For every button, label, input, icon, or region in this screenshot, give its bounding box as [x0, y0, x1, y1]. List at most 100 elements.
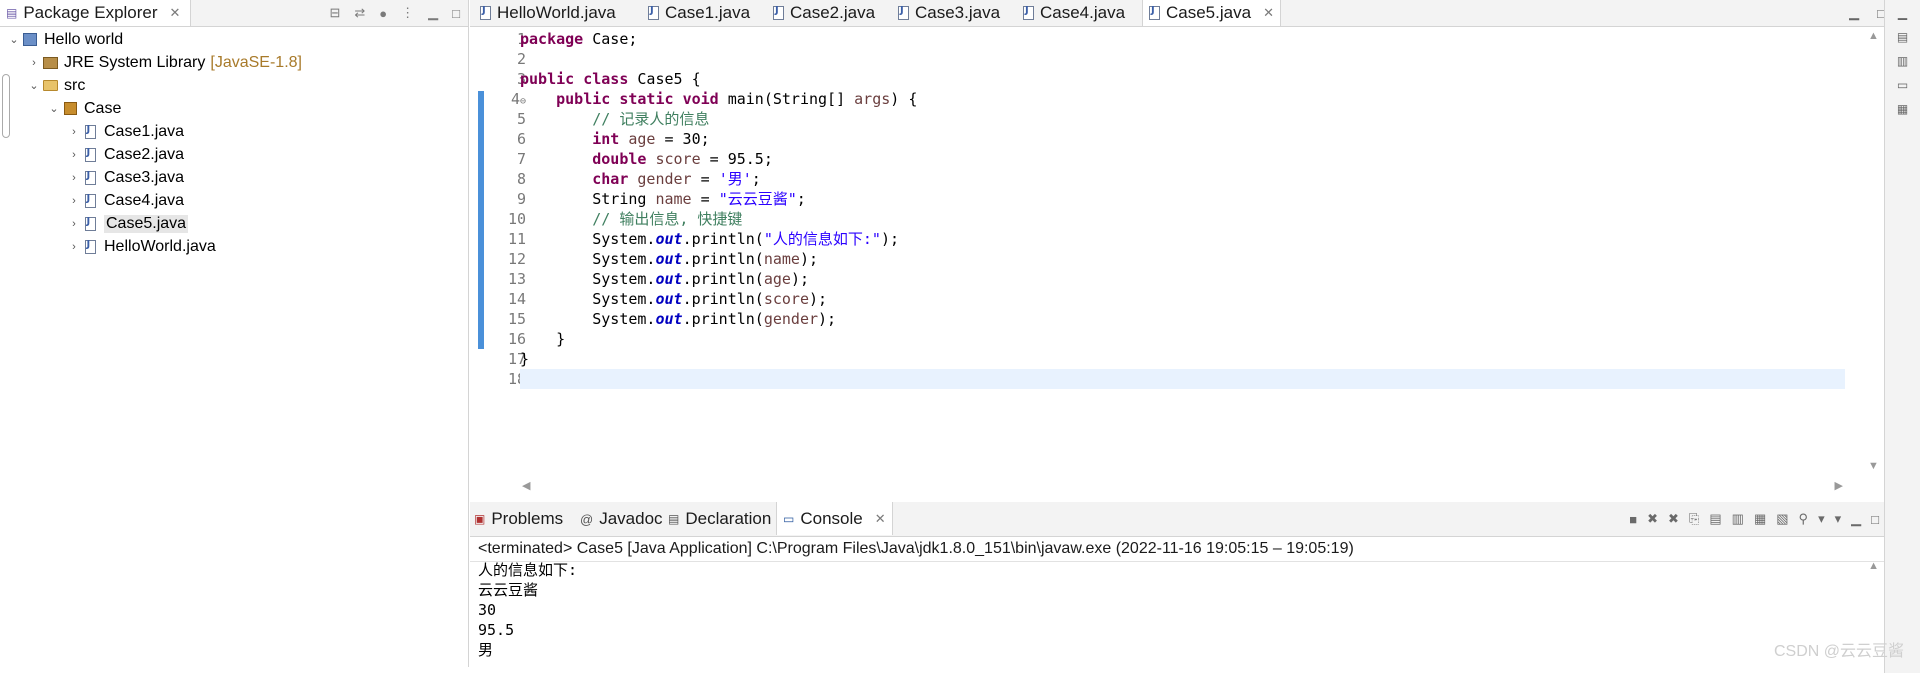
editor-tab-case5[interactable]: Case5.java ✕ — [1142, 0, 1281, 26]
editor-tab-label: HelloWorld.java — [497, 3, 616, 22]
expand-arrow-icon[interactable]: ⌄ — [46, 102, 62, 115]
editor-vertical-scrollbar[interactable]: ▲ ▼ — [1863, 26, 1885, 476]
editor-tab-case2[interactable]: Case2.java — [773, 0, 875, 26]
tree-item-case2[interactable]: › Case2.java — [0, 143, 468, 166]
collapsed-arrow-icon[interactable]: › — [66, 195, 82, 207]
java-file-icon — [82, 216, 98, 232]
tree-item-label: Hello world — [44, 30, 124, 48]
editor-tab-case4[interactable]: Case4.java — [1023, 0, 1125, 26]
code-line[interactable]: String name = "云云豆酱"; — [520, 189, 1845, 209]
code-line[interactable]: System.out.println(gender); — [520, 309, 1845, 329]
tab-javadoc[interactable]: @ Javadoc — [580, 502, 663, 536]
focus-icon[interactable]: ● — [379, 6, 387, 21]
tree-item-helloworld[interactable]: › HelloWorld.java — [0, 235, 468, 258]
java-file-icon — [648, 5, 659, 20]
outline-icon[interactable]: ▤ — [1897, 30, 1908, 44]
collapsed-arrow-icon[interactable]: › — [66, 126, 82, 138]
console-output[interactable]: 人的信息如下: 云云豆酱 30 95.5 男 — [478, 560, 577, 660]
tree-item-case5[interactable]: › Case5.java — [0, 212, 468, 235]
collapsed-arrow-icon[interactable]: › — [66, 149, 82, 161]
close-icon[interactable]: ✕ — [170, 5, 181, 21]
collapsed-arrow-icon[interactable]: › — [26, 57, 42, 69]
remove-all-terminated-icon[interactable]: ✖ — [1668, 511, 1679, 527]
tree-item-case3[interactable]: › Case3.java — [0, 166, 468, 189]
task-list-icon[interactable]: ▥ — [1897, 54, 1908, 68]
remove-launch-icon[interactable]: ✖ — [1647, 511, 1658, 527]
tree-item-src[interactable]: ⌄ src — [0, 74, 468, 97]
link-with-editor-icon[interactable]: ⇄ — [354, 5, 365, 21]
maximize-icon[interactable]: □ — [452, 6, 460, 21]
code-line[interactable]: int age = 30; — [520, 129, 1845, 149]
code-line[interactable]: System.out.println(age); — [520, 269, 1845, 289]
minimize-icon[interactable]: ▁ — [1849, 5, 1859, 21]
tree-item-case1[interactable]: › Case1.java — [0, 120, 468, 143]
minimize-icon[interactable]: ▁ — [1898, 6, 1907, 20]
code-line[interactable]: public class Case5 { — [520, 69, 1845, 89]
package-explorer-tab[interactable]: ▤ Package Explorer ✕ — [0, 0, 192, 26]
outline-view-icon[interactable]: ▦ — [1897, 102, 1908, 116]
console-area: ▣ Problems @ Javadoc ▤ Declaration ▭ Con… — [470, 502, 1885, 667]
code-line[interactable]: // 记录人的信息 — [520, 109, 1845, 129]
copy-icon[interactable]: ⎘ — [1689, 511, 1699, 527]
code-line[interactable]: double score = 95.5; — [520, 149, 1845, 169]
minimize-icon[interactable]: ▁ — [1851, 511, 1861, 527]
scroll-up-icon[interactable]: ▲ — [1868, 30, 1879, 42]
editor-tab-label: Case1.java — [665, 3, 751, 22]
editor-horizontal-scrollbar[interactable]: ◀ ▶ — [520, 476, 1845, 496]
code-line[interactable]: } — [520, 329, 1845, 349]
code-line[interactable] — [520, 49, 1845, 69]
word-wrap-icon[interactable]: ▦ — [1754, 511, 1766, 527]
expand-arrow-icon[interactable]: ⌄ — [6, 33, 22, 46]
code-line[interactable]: System.out.println(name); — [520, 249, 1845, 269]
open-console-icon[interactable]: ▾ — [1835, 511, 1842, 527]
code-line[interactable]: public static void main(String[] args) { — [520, 89, 1845, 109]
code-line[interactable] — [520, 369, 1845, 389]
java-file-icon — [82, 239, 98, 255]
tree-item-label: Case1.java — [104, 122, 185, 140]
tree-item-project[interactable]: ⌄ Hello world — [0, 28, 468, 51]
editor-tab-label: Case4.java — [1040, 3, 1126, 22]
scroll-lock-icon[interactable]: ▥ — [1732, 511, 1744, 527]
tab-problems[interactable]: ▣ Problems — [474, 502, 563, 536]
close-icon[interactable]: ✕ — [1263, 5, 1274, 21]
scroll-right-icon[interactable]: ▶ — [1835, 479, 1843, 492]
code-line[interactable]: // 输出信息, 快捷键 — [520, 209, 1845, 229]
close-icon[interactable]: ✕ — [875, 511, 886, 527]
maximize-icon[interactable]: □ — [1871, 512, 1879, 527]
declaration-icon: ▤ — [668, 512, 680, 526]
minimize-icon[interactable]: ▁ — [428, 5, 438, 21]
package-explorer-tabbar: ▤ Package Explorer ✕ ⊟ ⇄ ● ⋮ ▁ □ — [0, 0, 468, 27]
scroll-left-icon[interactable]: ◀ — [522, 479, 530, 492]
code-line[interactable]: System.out.println("人的信息如下:"); — [520, 229, 1845, 249]
scroll-down-icon[interactable]: ▼ — [1868, 460, 1879, 472]
code-line[interactable]: System.out.println(score); — [520, 289, 1845, 309]
tree-item-case4[interactable]: › Case4.java — [0, 189, 468, 212]
editor-tab-case1[interactable]: Case1.java — [648, 0, 750, 26]
tree-item-jre-library[interactable]: › JRE System Library [JavaSE-1.8] — [0, 51, 468, 74]
package-explorer-view: ▤ Package Explorer ✕ ⊟ ⇄ ● ⋮ ▁ □ ⌄ Hello… — [0, 0, 469, 667]
display-console-icon[interactable]: ▾ — [1818, 511, 1825, 527]
collapse-all-icon[interactable]: ⊟ — [329, 5, 340, 21]
tab-declaration[interactable]: ▤ Declaration — [668, 502, 771, 536]
editor-tab-helloworld[interactable]: HelloWorld.java — [480, 0, 616, 26]
collapsed-arrow-icon[interactable]: › — [66, 172, 82, 184]
code-line[interactable]: } — [520, 349, 1845, 369]
collapsed-arrow-icon[interactable]: › — [66, 218, 82, 230]
restore-icon[interactable]: ▭ — [1897, 78, 1908, 92]
code-text-area[interactable]: package Case; public class Case5 { publi… — [520, 29, 1845, 389]
pin-console-icon[interactable]: ⚲ — [1799, 511, 1809, 527]
expand-arrow-icon[interactable]: ⌄ — [26, 79, 42, 92]
clear-console-icon[interactable]: ▤ — [1709, 511, 1721, 527]
code-line[interactable]: package Case; — [520, 29, 1845, 49]
problems-icon: ▣ — [474, 512, 486, 526]
tab-console[interactable]: ▭ Console ✕ — [776, 502, 893, 535]
tree-item-package-case[interactable]: ⌄ Case — [0, 97, 468, 120]
editor-tab-case3[interactable]: Case3.java — [898, 0, 1000, 26]
collapsed-arrow-icon[interactable]: › — [66, 241, 82, 253]
tree-item-label: JRE System Library — [64, 53, 206, 71]
view-menu-icon[interactable]: ⋮ — [401, 5, 414, 21]
scroll-up-icon[interactable]: ▲ — [1868, 560, 1879, 572]
terminate-icon[interactable]: ■ — [1629, 512, 1637, 527]
show-console-stdout-icon[interactable]: ▧ — [1776, 511, 1788, 527]
code-line[interactable]: char gender = '男'; — [520, 169, 1845, 189]
